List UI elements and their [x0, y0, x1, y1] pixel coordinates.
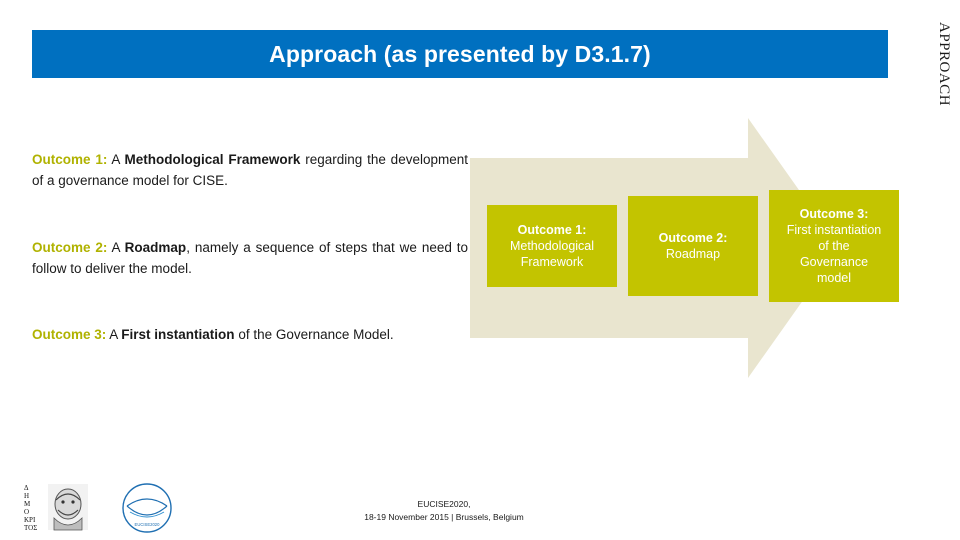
outcome-box-1-line1: Methodological — [509, 239, 595, 253]
outcome-box-1-header: Outcome 1: — [517, 223, 587, 237]
outcome-2-paragraph: Outcome 2: A Roadmap, namely a sequence … — [32, 238, 468, 280]
outcome-1-lead: A — [107, 152, 125, 167]
svg-text:Δ: Δ — [24, 484, 29, 492]
page-title: Approach (as presented by D3.1.7) — [269, 40, 651, 67]
outcome-2-lead: A — [107, 240, 125, 255]
outcome-3-rest: of the Governance Model. — [234, 327, 394, 342]
footer-line-1: EUCISE2020, — [417, 499, 471, 509]
outcome-2-label: Outcome 2: — [32, 240, 108, 255]
outcome-3-lead: A — [106, 327, 122, 342]
outcome-1-label: Outcome 1: — [32, 152, 108, 167]
outcome-1-paragraph: Outcome 1: A Methodological Framework re… — [32, 150, 468, 192]
outcome-box-2-header: Outcome 2: — [658, 231, 728, 245]
outcome-3-bold: First instantiation — [121, 327, 235, 342]
footer-line-2: 18-19 November 2015 | Brussels, Belgium — [364, 511, 524, 522]
outcome-box-1: Outcome 1: Methodological Framework — [487, 205, 617, 287]
outcome-box-2-line1: Roadmap — [665, 247, 721, 261]
svg-text:ΤΟΣ: ΤΟΣ — [24, 524, 37, 532]
outcome-box-3: Outcome 3: First instantiation of the Go… — [769, 190, 899, 302]
outcome-3-paragraph: Outcome 3: A First instantiation of the … — [32, 325, 468, 346]
outcome-box-1-line2: Framework — [520, 255, 584, 269]
footer: EUCISE2020, 18-19 November 2015 | Brusse… — [0, 498, 888, 524]
outcome-box-3-line2: of the — [818, 239, 850, 253]
outcome-2-bold: Roadmap — [124, 240, 187, 255]
outcome-box-3-line4: model — [816, 271, 852, 285]
side-tab-label: Approach — [936, 22, 952, 107]
outcome-1-bold: Methodological Framework — [124, 152, 301, 167]
outcome-3-label: Outcome 3: — [32, 327, 107, 342]
outcome-box-2: Outcome 2: Roadmap — [628, 196, 758, 296]
outcome-box-3-header: Outcome 3: — [799, 207, 869, 221]
outcome-box-3-line1: First instantiation — [786, 223, 882, 237]
outcome-box-3-line3: Governance — [799, 255, 869, 269]
slide-title-bar: Approach (as presented by D3.1.7) — [32, 30, 888, 78]
